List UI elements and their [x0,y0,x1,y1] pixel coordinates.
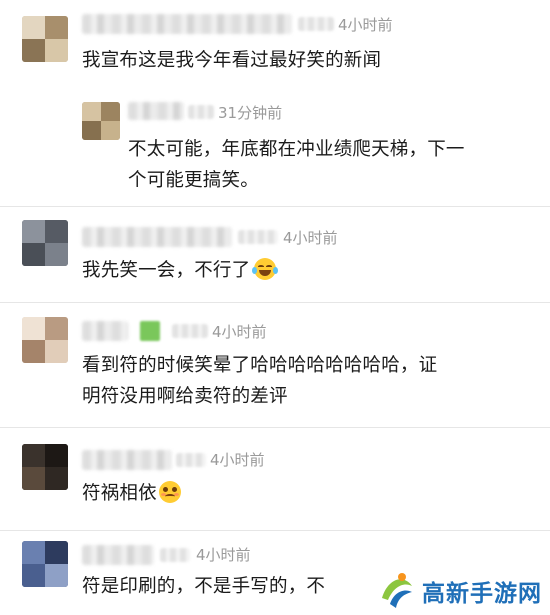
comment-timestamp: 4小时前 [210,451,265,469]
reply-meta-redacted [188,105,214,119]
reply-text: 不太可能，年底都在冲业绩爬天梯，下一 个可能更搞笑。 [128,134,465,196]
runner-logo-icon [376,570,416,610]
username-redacted[interactable] [82,450,172,470]
username-redacted[interactable] [82,321,128,341]
comment-text: 我宣布这是我今年看过最好笑的新闻 [82,50,382,71]
user-meta-redacted [238,230,278,244]
comment-text-line: 明符没用啊给卖符的差评 [82,386,288,407]
comment-text: 看到符的时候笑晕了哈哈哈哈哈哈哈哈，证 明符没用啊给卖符的差评 [82,350,437,412]
user-meta-redacted [160,548,190,562]
comment-item: 4小时前 我宣布这是我今年看过最好笑的新闻 31分钟前 不太可能，年底都在冲业绩… [0,0,550,206]
avatar[interactable] [22,317,68,363]
comment-text: 符是印刷的，不是手写的，不 [82,576,326,597]
comment-text-content: 我先笑一会，不行了 [82,260,251,281]
badge-icon [140,321,160,341]
tears-of-joy-emoji-icon [252,258,279,280]
comment-item: 4小时前 看到符的时候笑晕了哈哈哈哈哈哈哈哈，证 明符没用啊给卖符的差评 [0,303,550,427]
comment-timestamp: 4小时前 [196,546,251,564]
reply-text-line: 不太可能，年底都在冲业绩爬天梯，下一 [128,139,465,160]
reply-avatar[interactable] [82,102,120,140]
comment-timestamp: 4小时前 [338,16,393,34]
user-meta-redacted [298,17,334,31]
user-meta-redacted [176,453,206,467]
avatar[interactable] [22,220,68,266]
watermark-text: 高新手游网 [422,581,542,607]
comment-timestamp: 4小时前 [283,229,338,247]
reply-username-redacted[interactable] [128,102,184,120]
username-redacted[interactable] [82,14,292,34]
comment-item: 4小时前 我先笑一会，不行了 [0,207,550,302]
reply-timestamp: 31分钟前 [218,104,283,122]
username-redacted[interactable] [82,227,232,247]
username-redacted[interactable] [82,545,154,565]
comment-timestamp: 4小时前 [212,323,267,341]
reply-text-line: 个可能更搞笑。 [128,170,259,191]
zany-face-emoji-icon [158,481,181,503]
avatar[interactable] [22,541,68,587]
user-meta-redacted [172,324,208,338]
avatar[interactable] [22,444,68,490]
comment-item: 4小时前 符祸相依 [0,428,550,530]
comment-text-line: 看到符的时候笑晕了哈哈哈哈哈哈哈哈，证 [82,355,438,376]
avatar[interactable] [22,16,68,62]
comment-text: 我先笑一会，不行了 [82,255,279,286]
comment-text-content: 符祸相依 [82,483,157,504]
site-watermark: 高新手游网 [370,566,550,615]
comment-text: 符祸相依 [82,478,181,509]
